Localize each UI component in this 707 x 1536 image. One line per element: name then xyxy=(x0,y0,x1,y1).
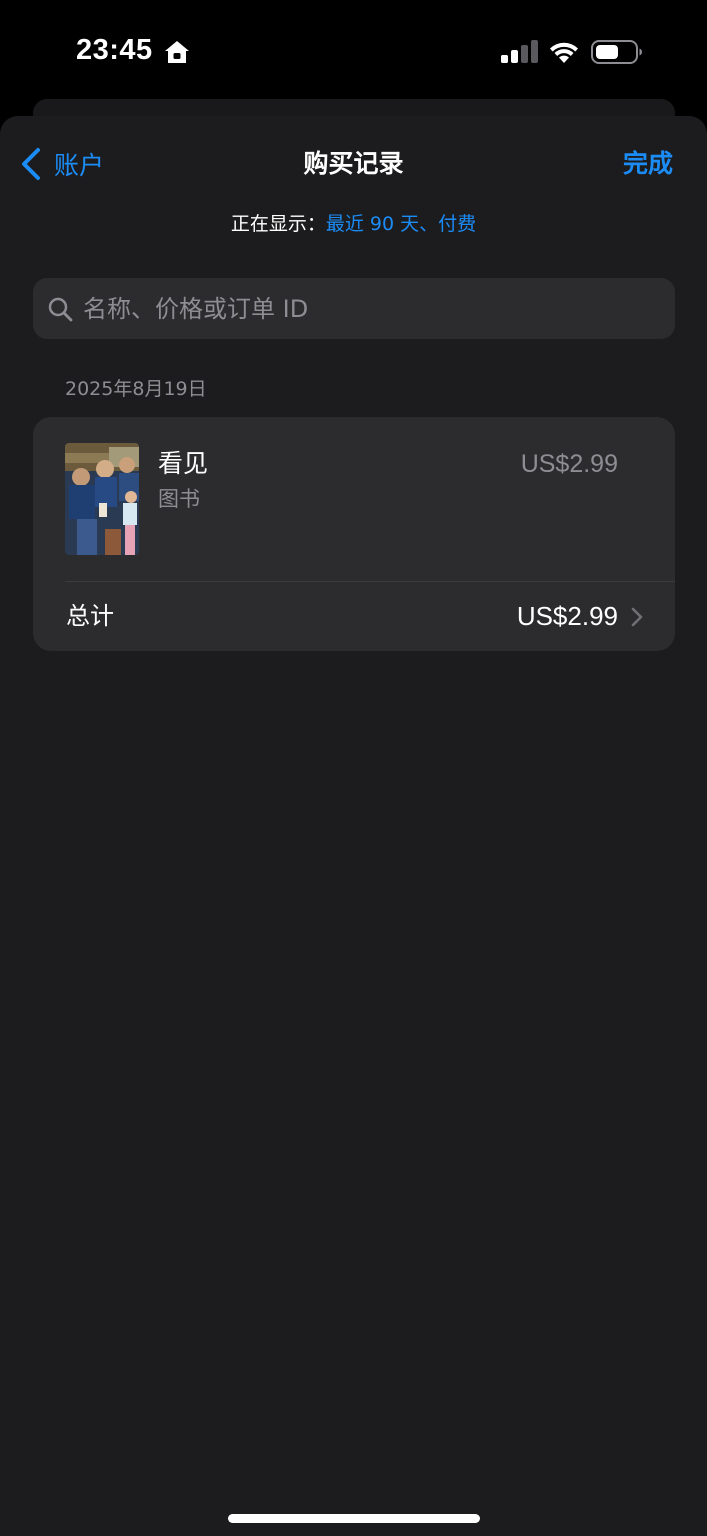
item-price: US$2.99 xyxy=(520,450,618,478)
chevron-right-icon[interactable] xyxy=(631,607,643,627)
status-time: 23:45 xyxy=(76,34,153,66)
purchase-history-sheet: 账户 购买记录 完成 正在显示：最近 90 天、付费 2025年8月19日 xyxy=(0,116,707,1536)
section-date-header: 2025年8月19日 xyxy=(65,378,207,400)
item-title: 看见 xyxy=(158,449,209,478)
total-label[interactable]: 总计 xyxy=(66,599,114,633)
search-bar[interactable] xyxy=(33,278,675,339)
total-value[interactable]: US$2.99 xyxy=(517,599,618,633)
battery-icon xyxy=(591,40,642,64)
wifi-icon xyxy=(550,42,578,63)
status-bar: 23:45 xyxy=(0,0,707,100)
book-cover-image[interactable] xyxy=(65,443,139,555)
filter-label: 正在显示： xyxy=(230,213,326,235)
item-type: 图书 xyxy=(158,487,200,511)
cellular-signal-icon xyxy=(501,40,538,63)
done-button[interactable]: 完成 xyxy=(623,144,673,184)
home-indicator[interactable] xyxy=(228,1514,480,1523)
filter-row: 正在显示：最近 90 天、付费 xyxy=(0,208,707,240)
purchase-card: 看见 图书 US$2.99 总计 US$2.99 xyxy=(33,417,675,651)
home-icon xyxy=(165,41,189,63)
search-input[interactable] xyxy=(81,293,675,324)
filter-value-link[interactable]: 最近 90 天、付费 xyxy=(326,213,476,235)
page-title: 购买记录 xyxy=(303,149,404,178)
search-icon xyxy=(48,297,73,321)
divider xyxy=(65,581,675,582)
